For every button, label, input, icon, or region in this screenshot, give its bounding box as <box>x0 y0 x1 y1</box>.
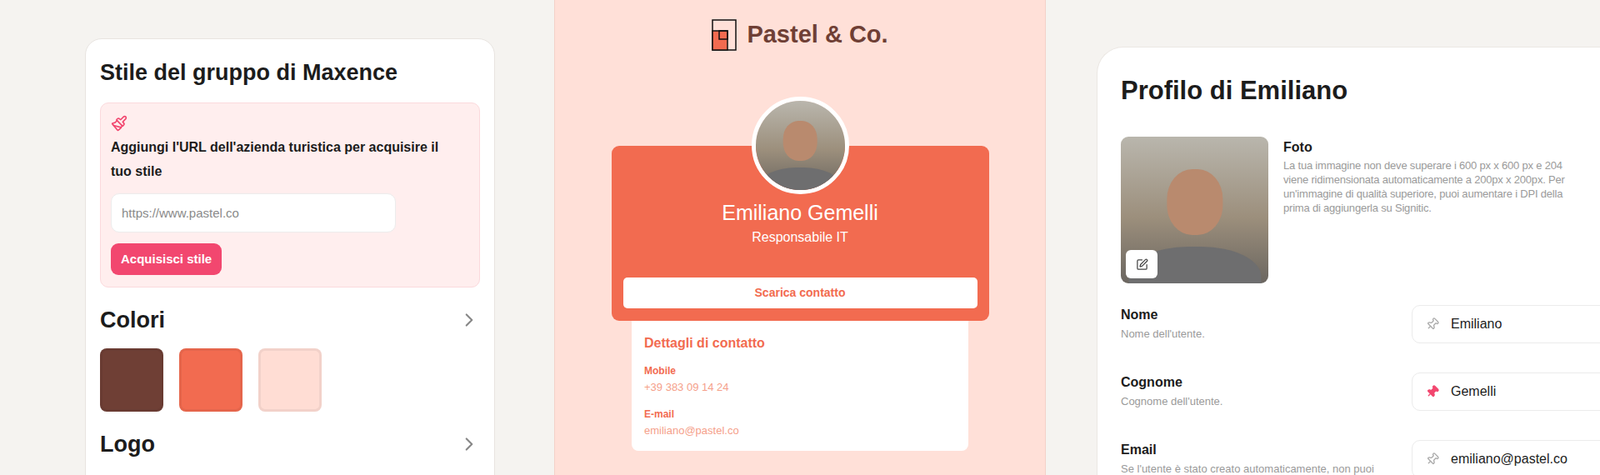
color-swatches <box>100 348 480 412</box>
contact-detail: E-mailemiliano@pastel.co <box>644 407 956 440</box>
brand-logo-icon <box>711 19 737 51</box>
pin-icon[interactable] <box>1423 450 1443 470</box>
pin-icon[interactable] <box>1423 315 1443 335</box>
contact-avatar <box>755 100 845 190</box>
logo-section-header[interactable]: Logo <box>100 430 480 459</box>
photo-row: FotoLa tua immagine non deve superare i … <box>1120 136 1600 284</box>
import-label: Aggiungi l'URL dell'azienda turistica pe… <box>110 135 470 184</box>
field-input[interactable]: Emiliano <box>1411 305 1600 344</box>
import-style-button[interactable]: Acquisisci stile <box>110 243 222 275</box>
contact-detail: Mobile+39 383 09 14 24 <box>644 364 956 396</box>
contact-role: Responsabile IT <box>751 227 849 248</box>
pin-icon[interactable] <box>1423 382 1443 402</box>
color-swatch[interactable] <box>100 348 164 412</box>
edit-photo-button[interactable] <box>1125 250 1158 279</box>
contact-details: Dettagli di contatto Mobile+39 383 09 14 … <box>631 320 969 451</box>
chevron-right-icon <box>458 309 480 331</box>
profile-field: NomeNome dell'utente.Emiliano <box>1120 305 1600 344</box>
profile-field: CognomeCognome dell'utente.Gemelli <box>1120 372 1600 411</box>
signature-preview: Pastel & Co. Emiliano GemelliResponsabile… <box>554 0 1046 475</box>
profile-panel: Profilo di Emiliano FotoLa tua immagine n… <box>1096 46 1600 475</box>
chevron-right-icon <box>458 433 480 455</box>
edit-icon <box>1135 258 1149 271</box>
contact-name: Emiliano Gemelli <box>721 199 879 226</box>
brand-logo: Pastel & Co. <box>711 16 888 54</box>
color-swatch[interactable] <box>179 348 243 412</box>
photo-label: Foto <box>1283 138 1565 157</box>
field-input[interactable]: emiliano@pastel.co <box>1411 440 1600 475</box>
group-style-title: Stile del gruppo di Maxence <box>100 57 480 88</box>
import-style-box: Aggiungi l'URL dell'azienda turistica pe… <box>100 102 480 288</box>
brand-name: Pastel & Co. <box>746 16 888 54</box>
field-input[interactable]: Gemelli <box>1411 372 1600 411</box>
photo-description: La tua immagine non deve superare i 600 … <box>1283 158 1565 215</box>
contact-details-title: Dettagli di contatto <box>644 334 956 353</box>
download-contact-button[interactable]: Scarica contatto <box>623 277 978 309</box>
url-input[interactable] <box>110 193 396 233</box>
color-swatch[interactable] <box>258 348 322 412</box>
profile-field: EmailSe l'utente è stato creato automati… <box>1120 440 1600 475</box>
page: Stile del gruppo di Maxence Aggiungi l'UR… <box>0 0 1600 475</box>
colors-section-header[interactable]: Colori <box>100 305 480 335</box>
brush-icon <box>110 115 128 132</box>
profile-title: Profilo di Emiliano <box>1120 75 1600 107</box>
group-style-card: Stile del gruppo di Maxence Aggiungi l'UR… <box>85 38 495 475</box>
